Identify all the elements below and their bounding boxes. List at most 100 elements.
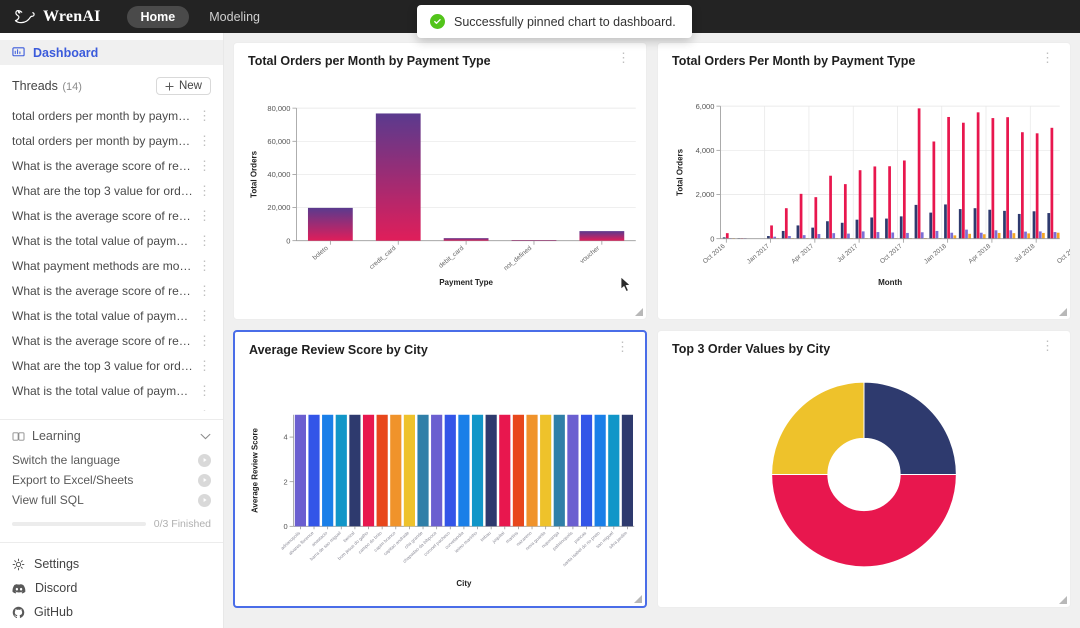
card-title: Average Review Score by City (249, 343, 428, 357)
progress-label: 0/3 Finished (153, 518, 211, 530)
thread-list: total orders per month by paymen... ⋮ tot… (0, 103, 223, 412)
thread-list-item[interactable]: What is the total value of payment... ⋮ (0, 228, 223, 253)
sidebar: Dashboard Threads (14) New total orders … (0, 33, 224, 628)
progress-bar-track (12, 522, 146, 526)
svg-text:credit_card: credit_card (368, 245, 397, 271)
thread-list-item[interactable]: What is the average score of revie...⋮ (0, 278, 223, 303)
sidebar-item-github[interactable]: GitHub (0, 600, 223, 624)
svg-text:80,000: 80,000 (267, 104, 290, 113)
thread-label: What is the total value of payment... (12, 233, 194, 248)
more-vertical-icon[interactable]: ⋮ (615, 51, 632, 64)
learning-item-label: Switch the language (12, 453, 121, 467)
dashboard-nav-section: Dashboard (0, 33, 223, 71)
card-chart-body: 0 2,000 4,000 6,000 Oct 2016 Jan 2017 Apr 2017… (658, 68, 1070, 319)
svg-text:Oct 2017: Oct 2017 (879, 243, 904, 266)
chart-card-total-orders-per-month[interactable]: Total Orders per Month by Payment Type ⋮… (233, 42, 647, 320)
more-vertical-icon[interactable]: ⋮ (196, 284, 213, 297)
more-vertical-icon[interactable]: ⋮ (1039, 51, 1056, 64)
chart-card-top-3-order-values[interactable]: Top 3 Order Values by City ⋮ (657, 330, 1071, 608)
thread-list-item[interactable]: total orders per month by paymen... ⋮ (0, 103, 223, 128)
svg-text:4,000: 4,000 (696, 146, 715, 155)
svg-text:Total Orders: Total Orders (675, 148, 684, 196)
svg-text:0: 0 (286, 236, 290, 245)
svg-text:imbau: imbau (479, 530, 492, 542)
dashboard-grid: Total Orders per Month by Payment Type ⋮… (233, 42, 1071, 608)
sidebar-item-settings-label: Settings (34, 557, 80, 571)
toast-message: Successfully pinned chart to dashboard. (454, 14, 676, 29)
card-chart-body: 0 2 4 adrianopolis alvares florence anastacio… (235, 357, 645, 606)
thread-list-item[interactable]: total orders per month by paymen... ⋮ (0, 128, 223, 153)
thread-label: What is the average score of revie... (12, 409, 194, 412)
learning-item-export-excel[interactable]: Export to Excel/Sheets (12, 470, 211, 490)
chart-card-average-review-score[interactable]: Average Review Score by City ⋮ 0 2 4 adrian… (233, 330, 647, 608)
more-vertical-icon[interactable]: ⋮ (196, 109, 213, 122)
github-icon (12, 606, 25, 619)
svg-text:6,000: 6,000 (696, 102, 715, 111)
thread-list-item[interactable]: What is the average score of revie...⋮ (0, 153, 223, 178)
svg-text:voucher: voucher (579, 244, 602, 265)
nav-item-home[interactable]: Home (126, 5, 190, 28)
thread-label: What is the total value of payment... (12, 383, 194, 398)
play-icon[interactable] (198, 453, 211, 467)
learning-header[interactable]: Learning (12, 429, 211, 443)
chevron-down-icon[interactable] (200, 433, 211, 440)
thread-list-item[interactable]: What is the average score of revie...⋮ (0, 328, 223, 353)
play-icon[interactable] (198, 473, 211, 487)
dashboard-grid-area: Total Orders per Month by Payment Type ⋮… (224, 33, 1080, 628)
thread-label: total orders per month by paymen... (12, 108, 194, 123)
svg-text:Month: Month (878, 278, 902, 287)
learning-progress: 0/3 Finished (12, 518, 211, 530)
new-thread-button[interactable]: New (155, 77, 211, 95)
more-vertical-icon[interactable]: ⋮ (196, 334, 213, 347)
more-vertical-icon[interactable]: ⋮ (196, 234, 213, 247)
more-vertical-icon[interactable]: ⋮ (196, 184, 213, 197)
donut-chart-order-values (771, 381, 957, 568)
sidebar-item-github-label: GitHub (34, 605, 73, 619)
more-vertical-icon[interactable]: ⋮ (196, 209, 213, 222)
play-icon[interactable] (198, 493, 211, 507)
more-vertical-icon[interactable]: ⋮ (196, 359, 213, 372)
svg-text:debit_card: debit_card (438, 245, 466, 270)
thread-label: What are the top 3 value for order... (12, 183, 194, 198)
card-title: Total Orders per Month by Payment Type (248, 54, 491, 68)
threads-title: Threads (12, 79, 58, 93)
svg-text:40,000: 40,000 (267, 170, 290, 179)
thread-list-item[interactable]: What is the average score of revie...⋮ (0, 403, 223, 412)
svg-text:City: City (456, 579, 472, 588)
learning-title-group: Learning (12, 429, 81, 443)
thread-list-item[interactable]: What is the total value of payment... ⋮ (0, 378, 223, 403)
more-vertical-icon[interactable]: ⋮ (196, 134, 213, 147)
sidebar-item-discord[interactable]: Discord (0, 576, 223, 600)
resize-handle[interactable] (1058, 307, 1067, 316)
more-vertical-icon[interactable]: ⋮ (196, 309, 213, 322)
card-chart-body (658, 356, 1070, 607)
learning-item-switch-language[interactable]: Switch the language (12, 450, 211, 470)
chart-card-total-orders-by-month[interactable]: Total Orders Per Month by Payment Type ⋮… (657, 42, 1071, 320)
brand-name: WrenAI (43, 7, 101, 25)
thread-list-item[interactable]: What are the top 3 value for order... ⋮ (0, 353, 223, 378)
resize-handle[interactable] (634, 307, 643, 316)
sidebar-item-settings[interactable]: Settings (0, 552, 223, 576)
thread-label: What is the average score of revie... (12, 283, 194, 298)
nav-item-modeling[interactable]: Modeling (195, 6, 274, 28)
thread-list-item[interactable]: What is the average score of revie...⋮ (0, 203, 223, 228)
gear-icon (12, 558, 25, 571)
more-vertical-icon[interactable]: ⋮ (196, 159, 213, 172)
svg-text:Jul 2018: Jul 2018 (1013, 243, 1037, 264)
learning-item-view-sql[interactable]: View full SQL (12, 490, 211, 510)
threads-title-group: Threads (14) (12, 77, 82, 95)
new-thread-label: New (178, 80, 202, 92)
more-vertical-icon[interactable]: ⋮ (1039, 339, 1056, 352)
resize-handle[interactable] (1058, 595, 1067, 604)
resize-handle[interactable] (633, 594, 642, 603)
more-vertical-icon[interactable]: ⋮ (196, 259, 213, 272)
sidebar-item-dashboard[interactable]: Dashboard (0, 40, 223, 65)
svg-text:joquitai: joquitai (491, 530, 506, 544)
more-vertical-icon[interactable]: ⋮ (196, 384, 213, 397)
thread-list-item[interactable]: What payment methods are most ... ⋮ (0, 253, 223, 278)
thread-list-item[interactable]: What is the total value of payment... ⋮ (0, 303, 223, 328)
thread-list-item[interactable]: What are the top 3 value for order... ⋮ (0, 178, 223, 203)
more-vertical-icon[interactable]: ⋮ (614, 340, 631, 353)
card-header: Top 3 Order Values by City ⋮ (658, 331, 1070, 356)
threads-count: (14) (62, 81, 82, 93)
